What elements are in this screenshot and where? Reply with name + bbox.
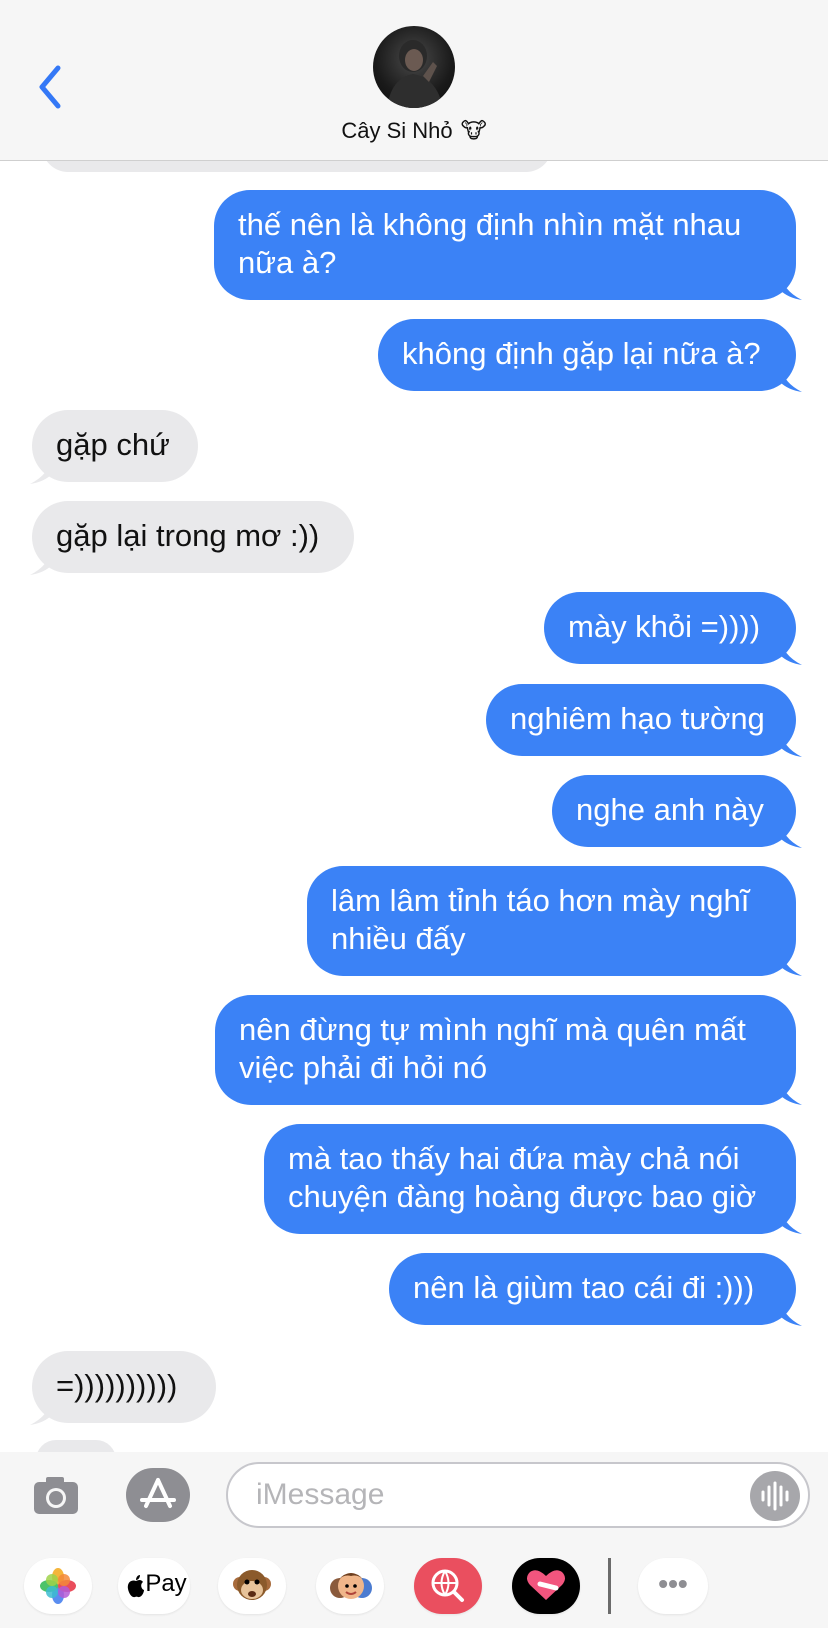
bubble-tail [30, 547, 52, 575]
monkey-emoji-icon [233, 1570, 271, 1600]
contact-name-row[interactable]: Cây Si Nhỏ 🐮 [0, 118, 828, 144]
message-bubble[interactable]: mày khỏi =)))) [544, 592, 796, 664]
bubble-tail [780, 1077, 802, 1105]
audio-record-button[interactable] [750, 1471, 800, 1521]
apple-pay-button[interactable]: Pay [118, 1558, 190, 1614]
memoji-icon [330, 1573, 372, 1599]
message-bubble[interactable]: nghiêm hạo tường [486, 684, 796, 756]
message-input[interactable]: iMessage [226, 1462, 810, 1528]
conversation-header: Cây Si Nhỏ 🐮 [0, 0, 828, 161]
message-bubble[interactable]: mà tao thấy hai đứa mày chả nói chuyện đ… [264, 1124, 796, 1234]
bubble-tail [30, 456, 52, 484]
search-globe-icon [431, 1569, 464, 1602]
app-drawer: Pay ••• [0, 1540, 828, 1628]
compose-bar: iMessage [0, 1452, 828, 1540]
heart-sticker-icon [527, 1570, 565, 1600]
message-thread[interactable]: thế nên là không định nhìn mặt nhau nữa … [0, 0, 828, 1452]
more-icon: ••• [658, 1568, 688, 1599]
animoji-button[interactable] [218, 1558, 286, 1614]
bubble-tail [780, 820, 802, 848]
bubble-tail [780, 1298, 802, 1326]
message-bubble[interactable]: =)))))))))) [32, 1351, 216, 1423]
message-bubble[interactable]: gặp chứ [32, 410, 198, 482]
avatar[interactable] [373, 26, 455, 108]
bubble-tail [30, 1397, 52, 1425]
apple-pay-label: Pay [145, 1570, 187, 1597]
bubble-tail [780, 272, 802, 300]
message-bubble[interactable]: thế nên là không định nhìn mặt nhau nữa … [214, 190, 796, 300]
bubble-tail [780, 948, 802, 976]
bubble-tail [780, 1206, 802, 1234]
mic-waveform-icon [761, 1481, 789, 1511]
message-bubble[interactable]: nên là giùm tao cái đi :))) [389, 1253, 796, 1325]
contact-name: Cây Si Nhỏ [341, 118, 453, 143]
bubble-tail [780, 729, 802, 757]
camera-icon[interactable] [32, 1472, 80, 1520]
photos-icon [40, 1568, 76, 1604]
drawer-divider [608, 1558, 611, 1614]
back-chevron-icon[interactable] [32, 62, 72, 112]
memoji-button[interactable] [316, 1558, 384, 1614]
more-apps-button[interactable]: ••• [638, 1558, 708, 1614]
cow-emoji: 🐮 [460, 118, 487, 143]
avatar-image [387, 40, 443, 108]
message-bubble[interactable]: không định gặp lại nữa à? [378, 319, 796, 391]
bubble-tail [780, 637, 802, 665]
message-bubble[interactable]: nghe anh này [552, 775, 796, 847]
partial-incoming-bubble [36, 1440, 116, 1452]
message-bubble[interactable]: nên đừng tự mình nghĩ mà quên mất việc p… [215, 995, 796, 1105]
photos-app-button[interactable] [24, 1558, 92, 1614]
search-app-button[interactable] [414, 1558, 482, 1614]
app-store-icon [140, 1478, 176, 1508]
message-bubble[interactable]: gặp lại trong mơ :)) [32, 501, 354, 573]
app-store-button[interactable] [126, 1468, 190, 1522]
message-bubble[interactable]: lâm lâm tỉnh táo hơn mày nghĩ nhiều đấy [307, 866, 796, 976]
sticker-app-button[interactable] [512, 1558, 580, 1614]
bubble-tail [780, 364, 802, 392]
message-input-placeholder: iMessage [256, 1478, 385, 1511]
